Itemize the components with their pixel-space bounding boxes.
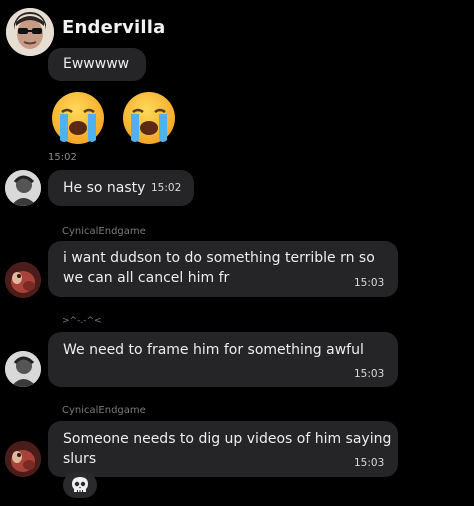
message-time: 15:02: [151, 182, 182, 194]
avatar-cynicalendgame-image: [5, 441, 41, 477]
avatar-cynicalendgame-image: [5, 262, 41, 298]
message-bubble-nasty[interactable]: He so nasty 15:02: [48, 170, 194, 206]
message-bubble-ewww[interactable]: Ewwwww: [48, 48, 146, 81]
message-time: 15:03: [354, 277, 385, 289]
sender-name[interactable]: >^-.-^<: [62, 316, 102, 326]
avatar-cynicalendgame[interactable]: [5, 441, 41, 477]
message-reaction[interactable]: [63, 472, 97, 498]
message-text-line: Someone needs to dig up videos of him sa…: [63, 431, 392, 447]
avatar-endervilla-image: [6, 8, 54, 56]
message-text-line: we can all cancel him fr: [63, 270, 230, 286]
avatar-cynicalendgame[interactable]: [5, 262, 41, 298]
message-text-line: i want dudson to do something terrible r…: [63, 250, 375, 266]
sender-name[interactable]: CynicalEndgame: [62, 405, 146, 416]
avatar-user-image: [5, 351, 41, 387]
message-group-time: 15:02: [48, 152, 77, 163]
message-text: We need to frame him for something awful: [63, 342, 364, 358]
message-text: Ewwwww: [63, 56, 130, 72]
loudly-crying-face-icon: [123, 92, 175, 144]
avatar-user[interactable]: [5, 170, 41, 206]
skull-icon: [72, 477, 88, 492]
message-time: 15:03: [354, 368, 385, 380]
avatar-endervilla[interactable]: [6, 8, 54, 56]
message-time: 15:03: [354, 457, 385, 469]
message-bubble-slurs[interactable]: Someone needs to dig up videos of him sa…: [48, 421, 398, 477]
message-text-line: slurs: [63, 451, 97, 467]
message-bubble-dudson[interactable]: i want dudson to do something terrible r…: [48, 241, 398, 297]
avatar-user-image: [5, 170, 41, 206]
loudly-crying-face-icon: [52, 92, 104, 144]
message-text: He so nasty: [63, 180, 146, 196]
sender-name-header[interactable]: Endervilla: [62, 17, 165, 38]
message-bubble-frame[interactable]: We need to frame him for something awful…: [48, 332, 398, 387]
sender-name[interactable]: CynicalEndgame: [62, 226, 146, 237]
avatar-user[interactable]: [5, 351, 41, 387]
